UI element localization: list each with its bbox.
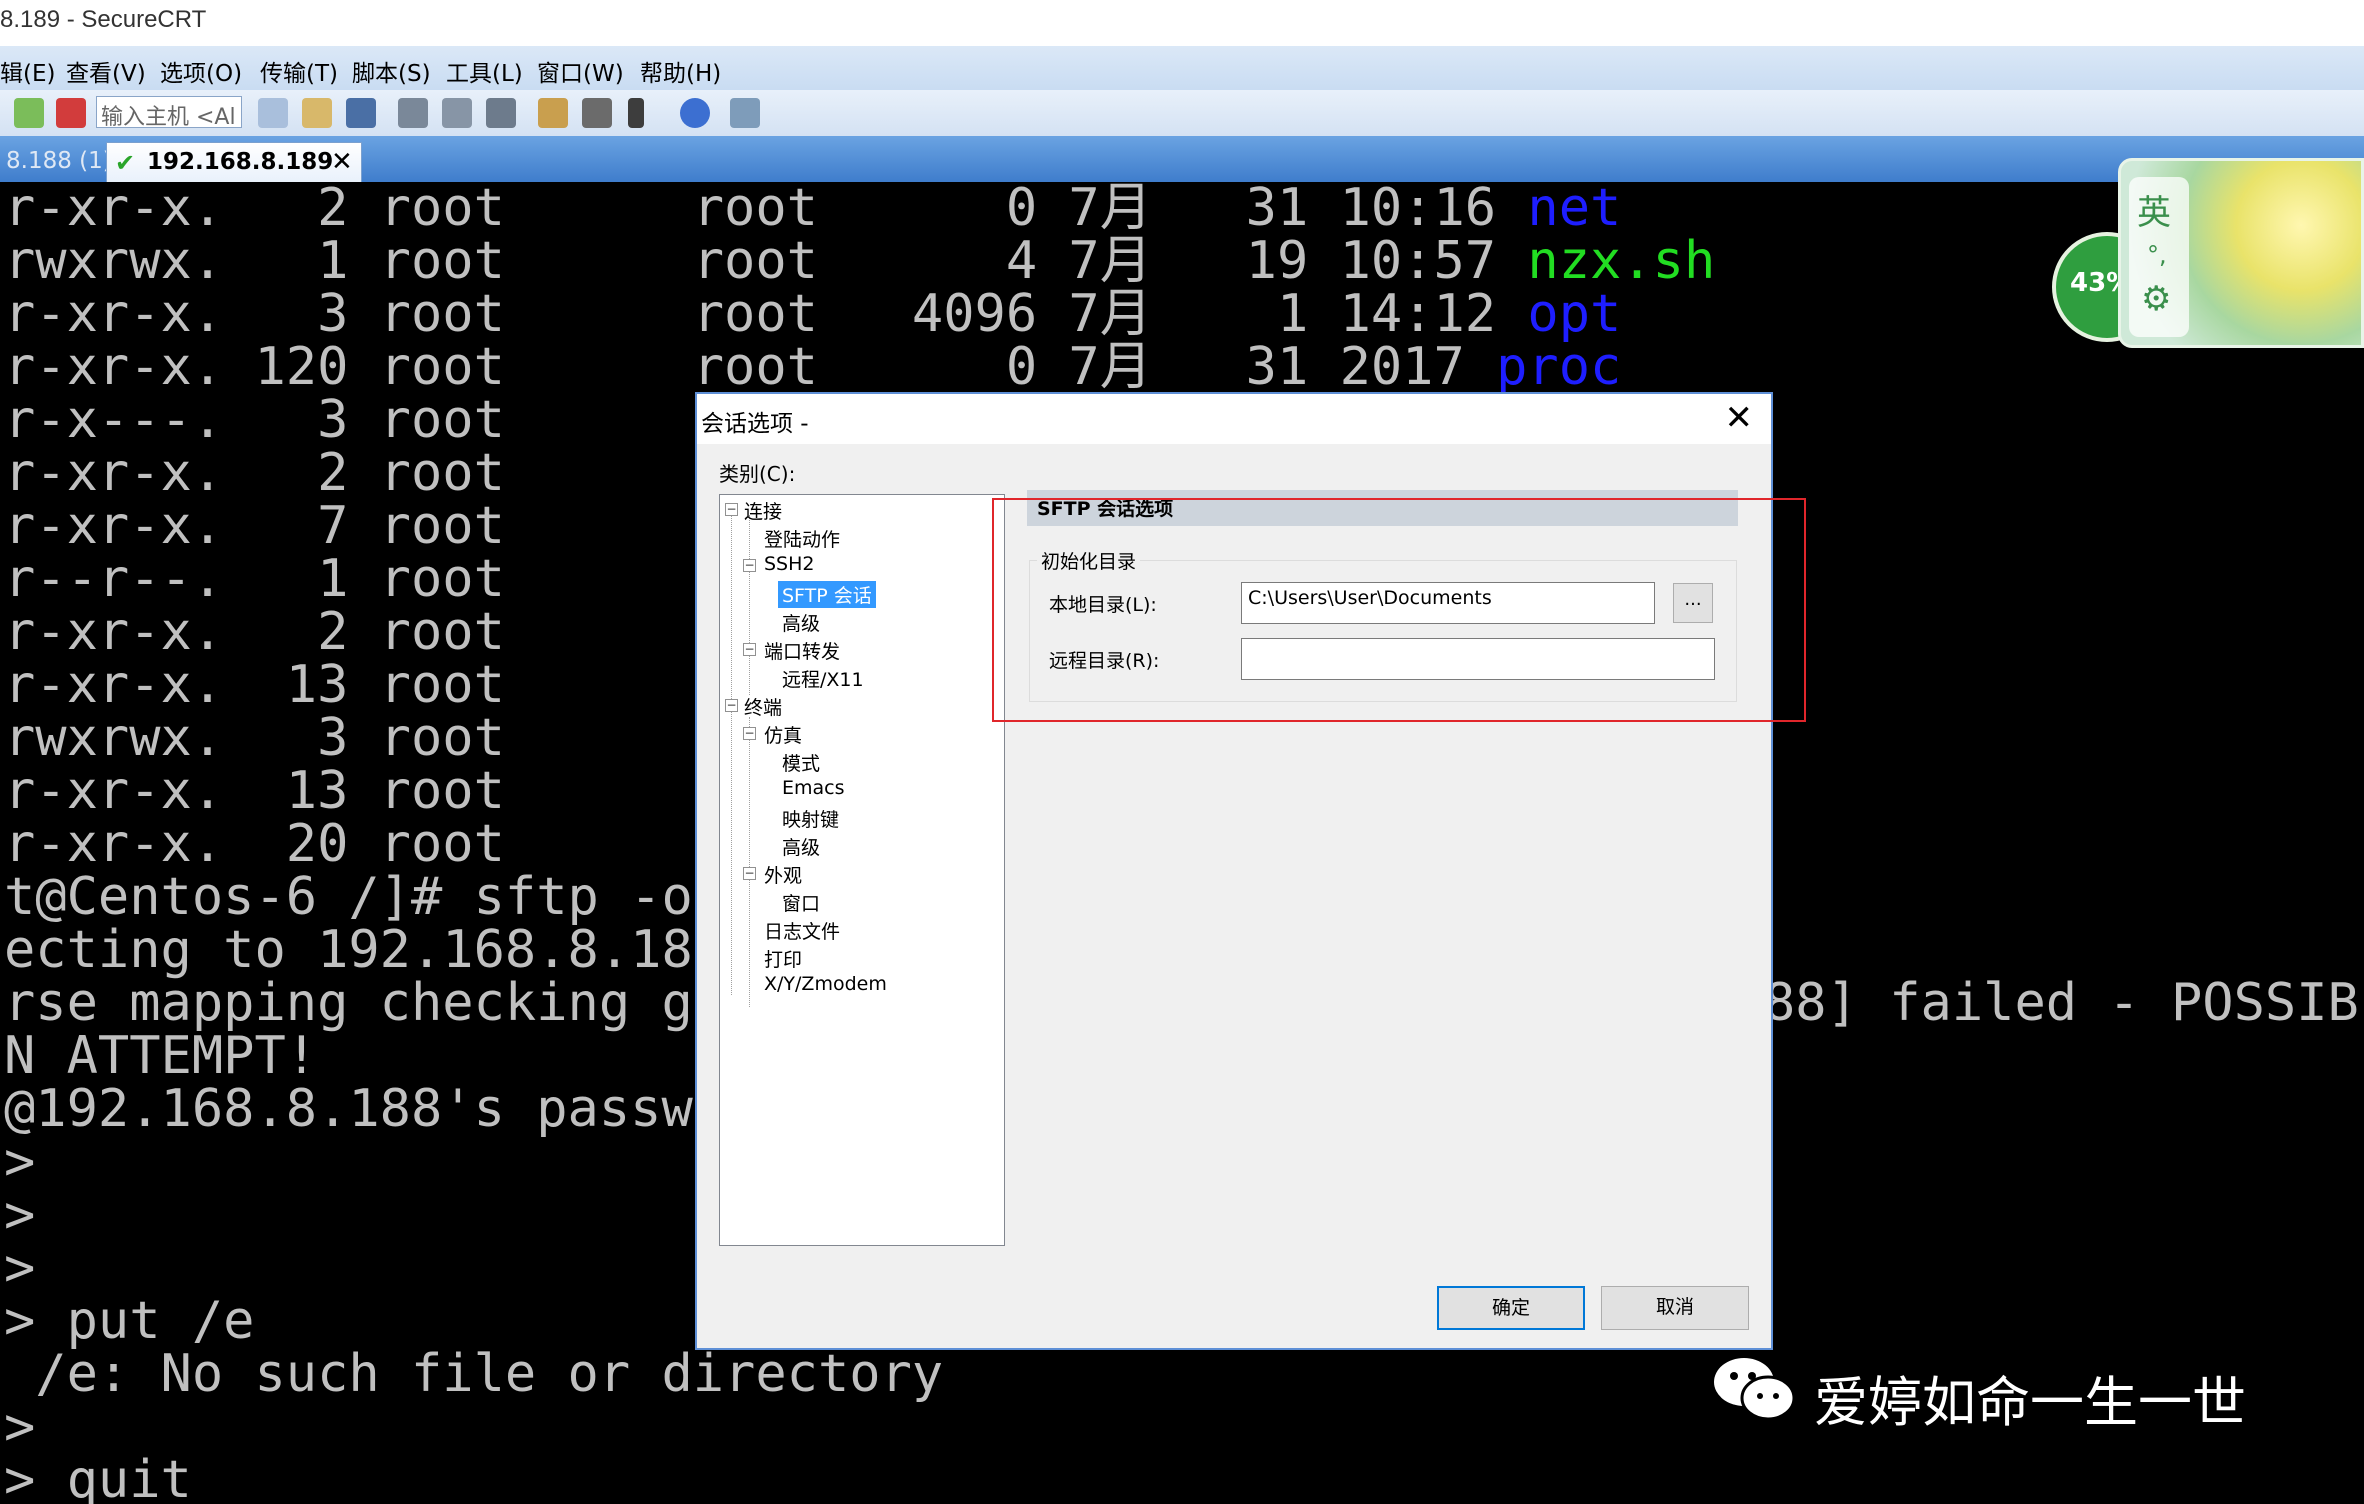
tree-item-emulation[interactable]: 仿真: [764, 721, 802, 748]
reconnect-icon[interactable]: [14, 98, 44, 128]
highlight-box: [992, 498, 1806, 722]
tree-item-advanced[interactable]: 高级: [782, 833, 820, 860]
dialog-title-bar: 会话选项 - ✕: [697, 394, 1771, 444]
tree-item-modes[interactable]: 模式: [782, 749, 820, 776]
tree-collapse-icon[interactable]: −: [725, 503, 738, 516]
print-icon[interactable]: [486, 98, 516, 128]
menu-tools[interactable]: 工具(L): [446, 54, 523, 88]
gear-icon[interactable]: ⚙: [2141, 279, 2171, 319]
tree-item-print[interactable]: 打印: [764, 945, 802, 972]
tree-item-port-forward[interactable]: 端口转发: [764, 637, 840, 664]
cancel-button[interactable]: 取消: [1601, 1286, 1749, 1330]
tree-item-advanced[interactable]: 高级: [782, 609, 820, 636]
terminal-line: ecting to 192.168.8.18: [4, 920, 693, 980]
terminal-line: r-x---. 3 root: [4, 390, 505, 450]
tab-session-189[interactable]: ✔ 192.168.8.189 ✕: [106, 142, 362, 182]
category-label: 类别(C):: [719, 462, 796, 486]
terminal-line: r-xr-x. 2 root: [4, 443, 505, 503]
tree-item-connect[interactable]: 连接: [744, 497, 782, 524]
terminal-line: r-xr-x. 20 root: [4, 814, 505, 874]
session-options-icon[interactable]: [538, 98, 568, 128]
ime-skin-panel[interactable]: 英 °, ⚙: [2118, 158, 2364, 348]
terminal-line: rwxrwx. 1 root root 4 7月 19 10:57 nzx.sh: [4, 231, 1716, 291]
menu-bar: 辑(E) 查看(V) 选项(O) 传输(T) 脚本(S) 工具(L) 窗口(W)…: [0, 46, 2364, 91]
dialog-title: 会话选项 -: [701, 411, 809, 437]
menu-view[interactable]: 查看(V): [66, 54, 146, 88]
tree-line: [749, 717, 750, 1007]
terminal-line: t@Centos-6 /]# sftp -o: [4, 867, 693, 927]
menu-transfer[interactable]: 传输(T): [260, 54, 338, 88]
menu-edit[interactable]: 辑(E): [0, 54, 55, 88]
print-setup-icon[interactable]: [398, 98, 428, 128]
menu-window[interactable]: 窗口(W): [537, 54, 624, 88]
terminal-line: /e: No such file or directory: [4, 1344, 944, 1404]
terminal-line: >: [4, 1132, 36, 1192]
wechat-icon: [1714, 1358, 1796, 1421]
tree-item-appearance[interactable]: 外观: [764, 861, 802, 888]
terminal-line: r-xr-x. 7 root: [4, 496, 505, 556]
tree-collapse-icon[interactable]: −: [743, 867, 756, 880]
menu-options[interactable]: 选项(O): [160, 54, 242, 88]
terminal-line: rse mapping checking g: [4, 973, 693, 1033]
tree-item-terminal[interactable]: 终端: [744, 693, 782, 720]
terminal-line: N ATTEMPT!: [4, 1026, 318, 1086]
terminal-line: rwxrwx. 3 root: [4, 708, 505, 768]
terminal-line: r-xr-x. 13 root: [4, 761, 505, 821]
tab-label: 192.168.8.189: [147, 149, 334, 175]
close-icon[interactable]: ✕: [1725, 398, 1754, 438]
tree-item-keymap[interactable]: 映射键: [782, 805, 839, 832]
global-options-icon[interactable]: [582, 98, 612, 128]
terminal-line: r-xr-x. 13 root: [4, 655, 505, 715]
category-tree[interactable]: − 连接 登陆动作 − SSH2 SFTP 会话 高级 − 端口转发 远程/X1…: [719, 494, 1005, 1246]
key-icon[interactable]: [628, 98, 644, 128]
menu-script[interactable]: 脚本(S): [352, 54, 431, 88]
tree-line: [749, 515, 750, 695]
toolbar: 输入主机 <Al: [0, 90, 2364, 137]
find-icon[interactable]: [346, 98, 376, 128]
tree-collapse-icon[interactable]: −: [743, 727, 756, 740]
help-icon[interactable]: [680, 98, 710, 128]
tree-item-ssh2[interactable]: SSH2: [764, 553, 815, 575]
tree-item-emacs[interactable]: Emacs: [782, 777, 845, 799]
watermark-text: 爱婷如命一生一世: [1814, 1371, 2246, 1434]
tree-item-login-actions[interactable]: 登陆动作: [764, 525, 840, 552]
tree-item-window[interactable]: 窗口: [782, 889, 820, 916]
terminal-line: >: [4, 1238, 36, 1298]
print-preview-icon[interactable]: [442, 98, 472, 128]
tree-item-sftp-session[interactable]: SFTP 会话: [778, 581, 876, 608]
terminal-line: >: [4, 1397, 36, 1457]
menu-help[interactable]: 帮助(H): [640, 54, 721, 88]
tree-line: [731, 515, 732, 995]
terminal-line: r-xr-x. 3 root root 4096 7月 1 14:12 opt: [4, 284, 1622, 344]
tree-collapse-icon[interactable]: −: [743, 643, 756, 656]
terminal-line: r-xr-x. 2 root: [4, 602, 505, 662]
disconnect-icon[interactable]: [56, 98, 86, 128]
ime-language-toggle[interactable]: 英: [2137, 185, 2171, 234]
session-tab-bar: 8.188 (1) ✔ 192.168.8.189 ✕: [0, 136, 2364, 182]
terminal-line: @192.168.8.188's passw: [4, 1079, 693, 1139]
tree-collapse-icon[interactable]: −: [725, 699, 738, 712]
terminal-line: r--r--. 1 root: [4, 549, 505, 609]
tree-collapse-icon[interactable]: −: [743, 559, 756, 572]
terminal-line: r-xr-x. 120 root root 0 7月 31 2017 proc: [4, 337, 1622, 397]
watermark: 爱婷如命一生一世: [1710, 1350, 2310, 1434]
copy-icon[interactable]: [258, 98, 288, 128]
tree-item-xyzmodem[interactable]: X/Y/Zmodem: [764, 973, 887, 995]
window-title: 8.189 - SecureCRT: [0, 6, 207, 33]
ok-button[interactable]: 确定: [1437, 1286, 1585, 1330]
paste-icon[interactable]: [302, 98, 332, 128]
close-tab-icon[interactable]: ✕: [331, 147, 353, 177]
terminal-line: r-xr-x. 2 root root 0 7月 31 10:16 net: [4, 182, 1622, 238]
terminal-line: > put /e: [4, 1291, 255, 1351]
window-title-bar: 8.189 - SecureCRT: [0, 0, 2364, 46]
ime-punct-icon[interactable]: °,: [2147, 241, 2167, 269]
terminal-line-fragment: 88] failed - POSSIB: [1764, 973, 2359, 1033]
tree-item-remote-x11[interactable]: 远程/X11: [782, 665, 864, 692]
terminal-line: > quit: [4, 1450, 192, 1504]
tree-item-log-file[interactable]: 日志文件: [764, 917, 840, 944]
host-input[interactable]: 输入主机 <Al: [96, 96, 242, 128]
terminal-line: >: [4, 1185, 36, 1245]
sftp-icon[interactable]: [730, 98, 760, 128]
connected-check-icon: ✔: [115, 149, 136, 177]
